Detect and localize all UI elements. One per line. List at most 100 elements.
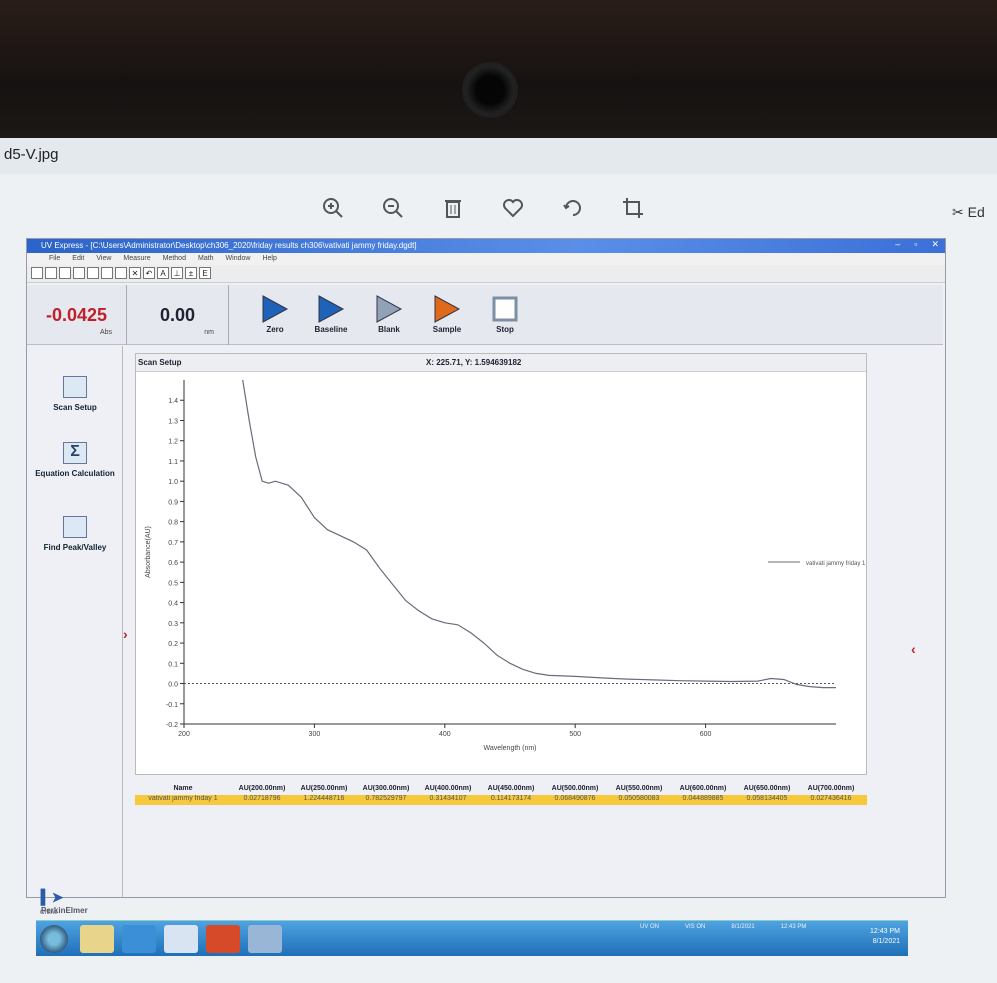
expand-left-icon[interactable]: › bbox=[123, 626, 128, 642]
table-header-cell: AU(400.00nm) bbox=[424, 785, 472, 792]
menu-method[interactable]: Method bbox=[163, 255, 186, 265]
undo-icon[interactable]: ↶ bbox=[143, 267, 155, 279]
table-cell: 1.224448716 bbox=[303, 795, 345, 802]
menu-file[interactable]: File bbox=[49, 255, 60, 265]
action-label: Zero bbox=[266, 325, 284, 334]
y-tick-label: 1.0 bbox=[168, 479, 178, 486]
graph-panel: Scan Setup X: 225.71, Y: 1.594639182 -0.… bbox=[135, 353, 867, 775]
tool-task-icon[interactable] bbox=[248, 925, 282, 953]
table-cell: 0.31434107 bbox=[429, 795, 467, 802]
y-tick-label: 1.1 bbox=[168, 459, 178, 466]
abs-readout: -0.0425 Abs bbox=[27, 285, 127, 345]
browser-icon[interactable] bbox=[122, 925, 156, 953]
find-peak-icon bbox=[63, 516, 87, 538]
stop-button[interactable]: Stop bbox=[477, 293, 533, 334]
y-tick-label: 1.2 bbox=[168, 439, 178, 446]
menu-help[interactable]: Help bbox=[262, 255, 276, 265]
y-tick-label: 0.6 bbox=[168, 560, 178, 567]
expand-right-icon[interactable]: ‹ bbox=[911, 641, 916, 657]
play-icon bbox=[419, 293, 475, 325]
clock-date: 8/1/2021 bbox=[872, 938, 900, 945]
logo-mark-icon: ▍➤ bbox=[41, 889, 64, 905]
close-icon[interactable]: ✕ bbox=[931, 239, 939, 250]
trash-icon[interactable] bbox=[440, 196, 466, 222]
abs-unit: Abs bbox=[99, 329, 112, 336]
sample-button[interactable]: Sample bbox=[419, 293, 475, 334]
spectrum-chart[interactable]: -0.2 -0.1 0.0 0.1 0.2 0.3 0.4 0.5 0.6 0.7 0.8 0.9 1.… bbox=[136, 372, 866, 774]
viewer-title: d5-V.jpg bbox=[0, 138, 997, 174]
uv-express-task-icon[interactable] bbox=[164, 925, 198, 953]
sidebar-item-scan-setup[interactable]: Scan Setup bbox=[27, 376, 123, 412]
edit-button[interactable]: ✂ Ed bbox=[952, 204, 985, 221]
y-tick-label: 0.0 bbox=[168, 682, 178, 689]
blank-button[interactable]: Blank bbox=[361, 293, 417, 334]
uv-express-window: UV Express - [C:\Users\Administrator\Des… bbox=[26, 238, 946, 915]
system-clock[interactable]: 12:43 PM 8/1/2021 bbox=[870, 927, 900, 947]
x-tick-label: 600 bbox=[700, 731, 712, 738]
minimize-icon[interactable]: – bbox=[895, 239, 900, 250]
x-tick-label: 500 bbox=[569, 731, 581, 738]
y-tick-label: 0.5 bbox=[168, 580, 178, 587]
app-task-icon[interactable] bbox=[206, 925, 240, 953]
ratio-icon[interactable]: ± bbox=[185, 267, 197, 279]
table-cell: 0.02718796 bbox=[243, 795, 281, 802]
abs-value: -0.0425 bbox=[45, 305, 108, 325]
y-tick-label: 0.2 bbox=[168, 641, 178, 648]
clock-time: 12:43 PM bbox=[870, 928, 900, 935]
baseline-button[interactable]: Baseline bbox=[303, 293, 359, 334]
sidebar-label: Find Peak/Valley bbox=[43, 543, 107, 552]
save-icon[interactable] bbox=[59, 267, 71, 279]
table-row[interactable]: vativati jammy friday 1 0.02718796 1.22444… bbox=[135, 795, 867, 805]
print-icon[interactable] bbox=[73, 267, 85, 279]
restore-icon[interactable]: ▫ bbox=[914, 239, 917, 250]
webcam bbox=[462, 62, 518, 118]
copy-icon[interactable] bbox=[101, 267, 113, 279]
x-tick-label: 400 bbox=[439, 731, 451, 738]
open-icon[interactable] bbox=[45, 267, 57, 279]
table-cell: 0.782529797 bbox=[365, 795, 407, 802]
cursor-coordinates: X: 225.71, Y: 1.594639182 bbox=[426, 358, 522, 367]
crop-icon[interactable] bbox=[620, 196, 646, 222]
text-icon[interactable]: A bbox=[157, 267, 169, 279]
status-item: UV ON bbox=[640, 924, 660, 930]
zoom-in-icon[interactable] bbox=[320, 196, 346, 222]
app-title: UV Express - [C:\Users\Administrator\Des… bbox=[41, 241, 417, 250]
folder-icon[interactable] bbox=[80, 925, 114, 953]
y-tick-label: 1.4 bbox=[168, 398, 178, 405]
y-tick-label: 0.9 bbox=[168, 499, 178, 506]
readout-strip: -0.0425 Abs 0.00 nm Zero Baseline Blank Sam… bbox=[27, 285, 943, 345]
equation-icon[interactable]: E bbox=[199, 267, 211, 279]
heart-icon[interactable] bbox=[500, 196, 526, 222]
scan-setup-tab[interactable]: Scan Setup bbox=[138, 358, 182, 367]
zero-button[interactable]: Zero bbox=[247, 293, 303, 334]
table-cell: 0.058134405 bbox=[746, 795, 788, 802]
sidebar: Scan Setup Σ Equation Calculation Find P… bbox=[27, 346, 128, 897]
action-label: Stop bbox=[496, 325, 514, 334]
zoom-out-icon[interactable] bbox=[380, 196, 406, 222]
status-item: 8/1/2021 bbox=[731, 924, 755, 930]
paste-icon[interactable] bbox=[115, 267, 127, 279]
scale-icon[interactable]: ⊥ bbox=[171, 267, 183, 279]
sidebar-label: Equation Calculation bbox=[35, 469, 115, 478]
menu-view[interactable]: View bbox=[96, 255, 111, 265]
menu-math[interactable]: Math bbox=[198, 255, 214, 265]
y-tick-label: -0.1 bbox=[166, 702, 178, 709]
sidebar-item-equation[interactable]: Σ Equation Calculation bbox=[27, 442, 123, 478]
y-tick-label: 1.3 bbox=[168, 418, 178, 425]
table-cell: 0.027436416 bbox=[810, 795, 852, 802]
menu-measure[interactable]: Measure bbox=[123, 255, 150, 265]
menu-edit[interactable]: Edit bbox=[72, 255, 84, 265]
menu-window[interactable]: Window bbox=[226, 255, 251, 265]
new-icon[interactable] bbox=[31, 267, 43, 279]
rotate-icon[interactable] bbox=[560, 196, 586, 222]
table-header-cell: AU(650.00nm) bbox=[743, 785, 791, 792]
sidebar-item-find-peak[interactable]: Find Peak/Valley bbox=[27, 516, 123, 552]
start-icon[interactable] bbox=[40, 925, 68, 953]
scan-setup-icon bbox=[63, 376, 87, 398]
table-cell: 0.114173174 bbox=[490, 795, 532, 802]
delete-icon[interactable]: ✕ bbox=[129, 267, 141, 279]
nm-value: 0.00 bbox=[159, 305, 196, 325]
cut-icon[interactable] bbox=[87, 267, 99, 279]
graph-toolbar: Scan Setup X: 225.71, Y: 1.594639182 bbox=[136, 354, 866, 372]
photo-viewer: d5-V.jpg ✂ Ed UV Express - [C:\Users\Adm… bbox=[0, 138, 997, 983]
